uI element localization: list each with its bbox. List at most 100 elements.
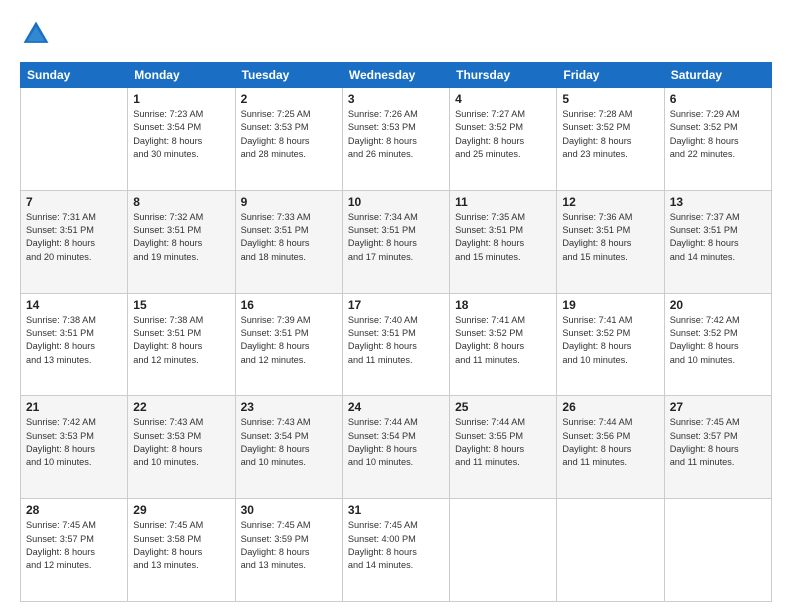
calendar-cell: 1 Sunrise: 7:23 AM Sunset: 3:54 PM Daylig…: [128, 88, 235, 191]
day-number: 4: [455, 92, 551, 106]
cell-content: Sunrise: 7:27 AM Sunset: 3:52 PM Dayligh…: [455, 108, 551, 161]
day-number: 26: [562, 400, 658, 414]
day-number: 3: [348, 92, 444, 106]
col-header-wednesday: Wednesday: [342, 63, 449, 88]
calendar-cell: 23Sunrise: 7:43 AM Sunset: 3:54 PM Dayli…: [235, 396, 342, 499]
calendar-cell: 6 Sunrise: 7:29 AM Sunset: 3:52 PM Daylig…: [664, 88, 771, 191]
cell-content: Sunrise: 7:39 AM Sunset: 3:51 PM Dayligh…: [241, 314, 337, 367]
calendar-cell: 5 Sunrise: 7:28 AM Sunset: 3:52 PM Daylig…: [557, 88, 664, 191]
page: SundayMondayTuesdayWednesdayThursdayFrid…: [0, 0, 792, 612]
calendar-cell: 8Sunrise: 7:32 AM Sunset: 3:51 PM Daylig…: [128, 190, 235, 293]
cell-content: Sunrise: 7:45 AM Sunset: 4:00 PM Dayligh…: [348, 519, 444, 572]
cell-content: Sunrise: 7:42 AM Sunset: 3:52 PM Dayligh…: [670, 314, 766, 367]
calendar-cell: 19Sunrise: 7:41 AM Sunset: 3:52 PM Dayli…: [557, 293, 664, 396]
week-row-4: 21Sunrise: 7:42 AM Sunset: 3:53 PM Dayli…: [21, 396, 772, 499]
header: [20, 18, 772, 50]
day-number: 5: [562, 92, 658, 106]
day-number: 22: [133, 400, 229, 414]
cell-content: Sunrise: 7:45 AM Sunset: 3:57 PM Dayligh…: [670, 416, 766, 469]
calendar-cell: 22 Sunrise: 7:43 AM Sunset: 3:53 PM Dayli…: [128, 396, 235, 499]
day-number: 31: [348, 503, 444, 517]
calendar-cell: 29 Sunrise: 7:45 AM Sunset: 3:58 PM Dayli…: [128, 499, 235, 602]
calendar-cell: 20 Sunrise: 7:42 AM Sunset: 3:52 PM Dayli…: [664, 293, 771, 396]
cell-content: Sunrise: 7:43 AM Sunset: 3:53 PM Dayligh…: [133, 416, 229, 469]
col-header-monday: Monday: [128, 63, 235, 88]
day-number: 27: [670, 400, 766, 414]
calendar-cell: 31 Sunrise: 7:45 AM Sunset: 4:00 PM Dayli…: [342, 499, 449, 602]
calendar-cell: 24 Sunrise: 7:44 AM Sunset: 3:54 PM Dayli…: [342, 396, 449, 499]
day-number: 13: [670, 195, 766, 209]
calendar-cell: 9Sunrise: 7:33 AM Sunset: 3:51 PM Daylig…: [235, 190, 342, 293]
calendar-cell: 2 Sunrise: 7:25 AM Sunset: 3:53 PM Daylig…: [235, 88, 342, 191]
day-number: 1: [133, 92, 229, 106]
col-header-tuesday: Tuesday: [235, 63, 342, 88]
cell-content: Sunrise: 7:34 AM Sunset: 3:51 PM Dayligh…: [348, 211, 444, 264]
cell-content: Sunrise: 7:25 AM Sunset: 3:53 PM Dayligh…: [241, 108, 337, 161]
day-number: 29: [133, 503, 229, 517]
week-row-2: 7 Sunrise: 7:31 AM Sunset: 3:51 PM Daylig…: [21, 190, 772, 293]
day-number: 16: [241, 298, 337, 312]
cell-content: Sunrise: 7:45 AM Sunset: 3:57 PM Dayligh…: [26, 519, 122, 572]
day-number: 23: [241, 400, 337, 414]
cell-content: Sunrise: 7:26 AM Sunset: 3:53 PM Dayligh…: [348, 108, 444, 161]
col-header-thursday: Thursday: [450, 63, 557, 88]
calendar-cell: 14 Sunrise: 7:38 AM Sunset: 3:51 PM Dayli…: [21, 293, 128, 396]
cell-content: Sunrise: 7:31 AM Sunset: 3:51 PM Dayligh…: [26, 211, 122, 264]
day-number: 28: [26, 503, 122, 517]
cell-content: Sunrise: 7:41 AM Sunset: 3:52 PM Dayligh…: [562, 314, 658, 367]
calendar-cell: [450, 499, 557, 602]
col-header-friday: Friday: [557, 63, 664, 88]
day-number: 6: [670, 92, 766, 106]
day-number: 14: [26, 298, 122, 312]
cell-content: Sunrise: 7:33 AM Sunset: 3:51 PM Dayligh…: [241, 211, 337, 264]
calendar-header: SundayMondayTuesdayWednesdayThursdayFrid…: [21, 63, 772, 88]
calendar-cell: 3 Sunrise: 7:26 AM Sunset: 3:53 PM Daylig…: [342, 88, 449, 191]
calendar-cell: 7 Sunrise: 7:31 AM Sunset: 3:51 PM Daylig…: [21, 190, 128, 293]
day-number: 7: [26, 195, 122, 209]
day-number: 12: [562, 195, 658, 209]
day-number: 8: [133, 195, 229, 209]
week-row-5: 28 Sunrise: 7:45 AM Sunset: 3:57 PM Dayli…: [21, 499, 772, 602]
cell-content: Sunrise: 7:40 AM Sunset: 3:51 PM Dayligh…: [348, 314, 444, 367]
calendar-cell: 28 Sunrise: 7:45 AM Sunset: 3:57 PM Dayli…: [21, 499, 128, 602]
calendar-cell: 13 Sunrise: 7:37 AM Sunset: 3:51 PM Dayli…: [664, 190, 771, 293]
calendar-cell: 18 Sunrise: 7:41 AM Sunset: 3:52 PM Dayli…: [450, 293, 557, 396]
calendar-cell: 26 Sunrise: 7:44 AM Sunset: 3:56 PM Dayli…: [557, 396, 664, 499]
calendar-cell: 21Sunrise: 7:42 AM Sunset: 3:53 PM Dayli…: [21, 396, 128, 499]
day-number: 20: [670, 298, 766, 312]
week-row-3: 14 Sunrise: 7:38 AM Sunset: 3:51 PM Dayli…: [21, 293, 772, 396]
cell-content: Sunrise: 7:23 AM Sunset: 3:54 PM Dayligh…: [133, 108, 229, 161]
cell-content: Sunrise: 7:28 AM Sunset: 3:52 PM Dayligh…: [562, 108, 658, 161]
header-row: SundayMondayTuesdayWednesdayThursdayFrid…: [21, 63, 772, 88]
calendar-cell: 11Sunrise: 7:35 AM Sunset: 3:51 PM Dayli…: [450, 190, 557, 293]
logo: [20, 18, 56, 50]
calendar-cell: 12Sunrise: 7:36 AM Sunset: 3:51 PM Dayli…: [557, 190, 664, 293]
week-row-1: 1 Sunrise: 7:23 AM Sunset: 3:54 PM Daylig…: [21, 88, 772, 191]
cell-content: Sunrise: 7:45 AM Sunset: 3:58 PM Dayligh…: [133, 519, 229, 572]
cell-content: Sunrise: 7:44 AM Sunset: 3:55 PM Dayligh…: [455, 416, 551, 469]
col-header-sunday: Sunday: [21, 63, 128, 88]
calendar-cell: 16 Sunrise: 7:39 AM Sunset: 3:51 PM Dayli…: [235, 293, 342, 396]
day-number: 17: [348, 298, 444, 312]
day-number: 21: [26, 400, 122, 414]
cell-content: Sunrise: 7:38 AM Sunset: 3:51 PM Dayligh…: [26, 314, 122, 367]
day-number: 24: [348, 400, 444, 414]
cell-content: Sunrise: 7:44 AM Sunset: 3:56 PM Dayligh…: [562, 416, 658, 469]
cell-content: Sunrise: 7:37 AM Sunset: 3:51 PM Dayligh…: [670, 211, 766, 264]
calendar-cell: 25 Sunrise: 7:44 AM Sunset: 3:55 PM Dayli…: [450, 396, 557, 499]
day-number: 10: [348, 195, 444, 209]
calendar-cell: [664, 499, 771, 602]
day-number: 18: [455, 298, 551, 312]
cell-content: Sunrise: 7:29 AM Sunset: 3:52 PM Dayligh…: [670, 108, 766, 161]
calendar-cell: [557, 499, 664, 602]
calendar-cell: 10 Sunrise: 7:34 AM Sunset: 3:51 PM Dayli…: [342, 190, 449, 293]
day-number: 2: [241, 92, 337, 106]
calendar-cell: [21, 88, 128, 191]
calendar-cell: 15Sunrise: 7:38 AM Sunset: 3:51 PM Dayli…: [128, 293, 235, 396]
cell-content: Sunrise: 7:44 AM Sunset: 3:54 PM Dayligh…: [348, 416, 444, 469]
calendar-cell: 4 Sunrise: 7:27 AM Sunset: 3:52 PM Daylig…: [450, 88, 557, 191]
day-number: 25: [455, 400, 551, 414]
cell-content: Sunrise: 7:41 AM Sunset: 3:52 PM Dayligh…: [455, 314, 551, 367]
day-number: 11: [455, 195, 551, 209]
calendar-body: 1 Sunrise: 7:23 AM Sunset: 3:54 PM Daylig…: [21, 88, 772, 602]
